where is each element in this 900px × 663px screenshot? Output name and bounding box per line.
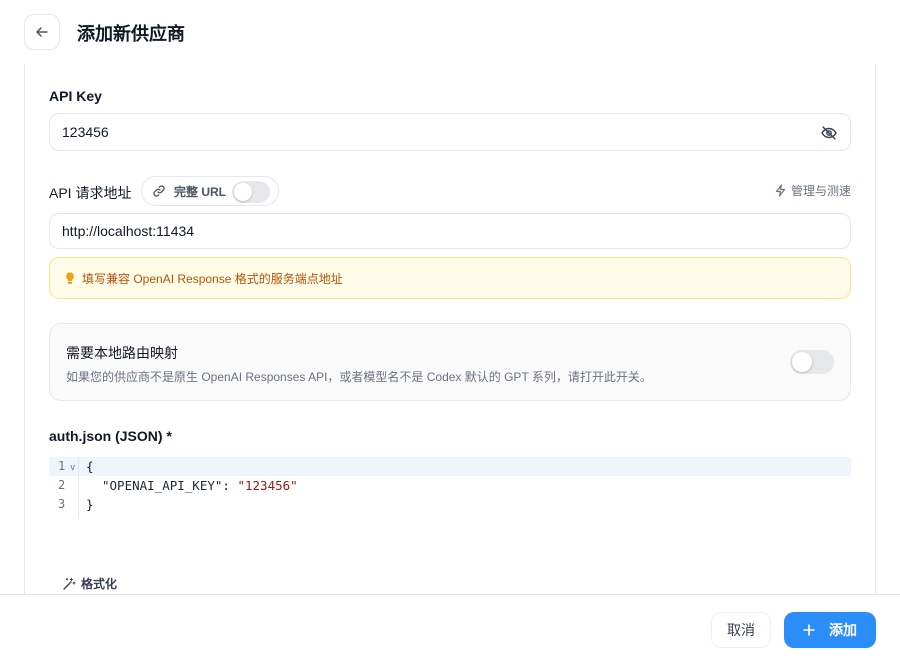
route-mapping-switch[interactable] <box>790 350 834 374</box>
page-title: 添加新供应商 <box>77 24 185 44</box>
eye-off-icon[interactable] <box>820 124 838 142</box>
json-separator: : <box>222 478 238 493</box>
magic-wand-icon <box>63 577 76 590</box>
manage-speedtest-label: 管理与测速 <box>790 184 851 198</box>
add-button[interactable]: 添加 <box>784 612 876 648</box>
code-text: } <box>86 497 94 512</box>
footer: 取消 添加 <box>0 594 900 663</box>
code-line: 2 "OPENAI_API_KEY": "123456" <box>49 476 851 495</box>
json-value: "123456" <box>237 478 298 493</box>
hint-text: 填写兼容 OpenAI Response 格式的服务端点地址 <box>82 271 343 286</box>
route-mapping-card: 需要本地路由映射 如果您的供应商不是原生 OpenAI Responses AP… <box>49 323 851 401</box>
code-text: "OPENAI_API_KEY": "123456" <box>102 476 298 495</box>
api-url-input[interactable]: http://localhost:11434 <box>49 213 851 249</box>
mapping-description: 如果您的供应商不是原生 OpenAI Responses API，或者模型名不是… <box>66 370 652 384</box>
lightning-icon <box>775 184 786 197</box>
code-text: { <box>86 459 94 474</box>
code-line: 3 } <box>49 495 851 514</box>
mapping-title: 需要本地路由映射 <box>66 345 178 361</box>
api-url-value: http://localhost:11434 <box>62 223 195 239</box>
api-url-label: API 请求地址 <box>49 185 132 201</box>
manage-speedtest-button[interactable]: 管理与测速 <box>774 182 851 199</box>
editor-gutter <box>49 457 79 519</box>
format-label: 格式化 <box>81 577 118 591</box>
full-url-toggle-group[interactable]: 完整 URL <box>141 176 279 206</box>
json-key: "OPENAI_API_KEY" <box>102 478 223 493</box>
json-editor[interactable]: 1 v { 2 "OPENAI_API_KEY": "123456" 3 } <box>49 457 851 519</box>
switch-knob <box>792 352 812 372</box>
api-key-value: 123456 <box>62 124 109 140</box>
api-key-input[interactable]: 123456 <box>49 113 851 151</box>
lightbulb-icon <box>66 272 74 284</box>
full-url-label: 完整 URL <box>174 184 226 199</box>
add-label: 添加 <box>829 622 857 638</box>
auth-json-label: auth.json (JSON) * <box>49 428 172 444</box>
cancel-button[interactable]: 取消 <box>711 612 771 648</box>
plus-icon <box>803 624 815 636</box>
switch-knob <box>234 183 252 201</box>
code-line: 1 v { <box>49 457 851 476</box>
api-url-hint: 填写兼容 OpenAI Response 格式的服务端点地址 <box>49 257 851 299</box>
link-icon <box>153 185 165 197</box>
format-button[interactable]: 格式化 <box>62 575 117 592</box>
arrow-left-icon <box>36 27 48 37</box>
back-button[interactable] <box>24 14 60 50</box>
full-url-switch[interactable] <box>232 181 270 203</box>
header: 添加新供应商 <box>0 0 900 64</box>
api-key-label: API Key <box>49 88 102 104</box>
